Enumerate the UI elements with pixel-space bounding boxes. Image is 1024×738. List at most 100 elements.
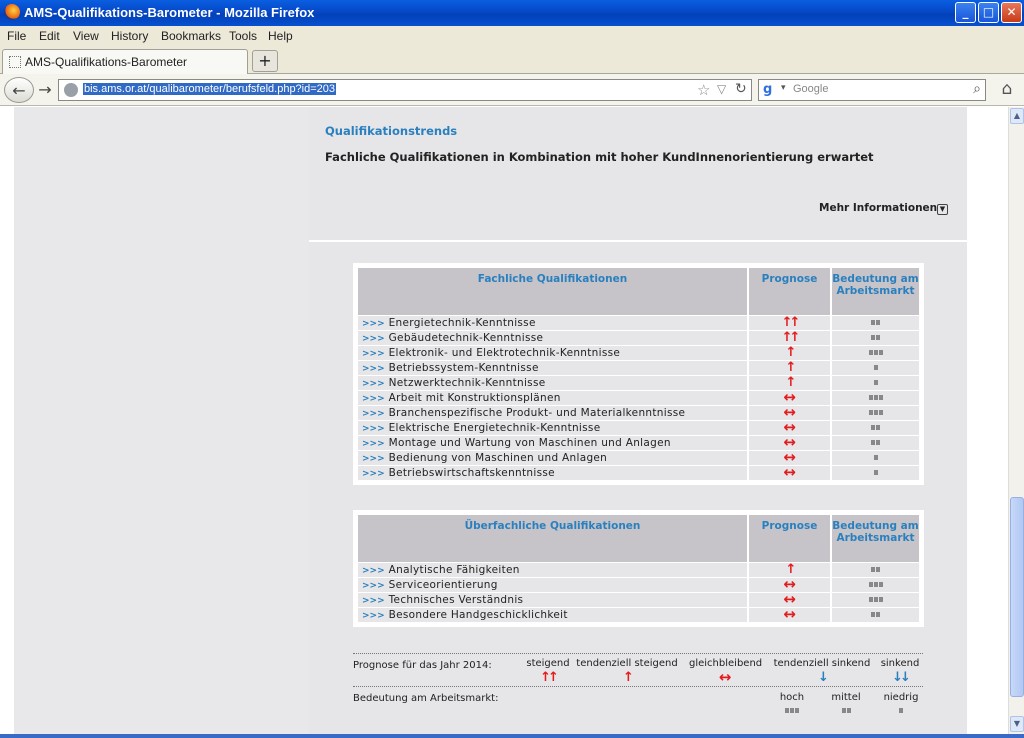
search-magnifier-icon[interactable]: ⌕ (973, 81, 981, 97)
qualification-link[interactable]: Analytische Fähigkeiten (389, 564, 520, 576)
qualification-cell: >>> Netzwerktechnik-Kenntnisse (358, 374, 749, 390)
importance-square (795, 707, 799, 713)
search-bar[interactable]: g ▾ Google ⌕ (758, 79, 986, 101)
qualification-link[interactable]: Besondere Handgeschicklichkeit (389, 609, 568, 621)
double-up-arrow-icon: ↑↑ (540, 670, 559, 685)
prognose-cell: ↑↑ (748, 329, 832, 345)
bookmark-star-icon[interactable]: ☆ (697, 81, 710, 99)
menu-bar: File Edit View History Bookmarks Tools H… (0, 26, 1024, 46)
legend-prognose-item: gleichbleibend ↔ (689, 658, 762, 685)
globe-icon (64, 83, 78, 97)
maximize-button[interactable]: □ (978, 2, 999, 23)
prognose-cell: ↑↑ (748, 314, 832, 330)
chevron-down-icon[interactable]: ▼ (937, 204, 948, 215)
prognose-cell: ↑ (748, 344, 832, 360)
qualification-link[interactable]: Netzwerktechnik-Kenntnisse (389, 377, 546, 389)
up-arrow-icon: ↑ (785, 345, 797, 360)
qualification-link[interactable]: Bedienung von Maschinen und Anlagen (389, 452, 608, 464)
legend-item-label: sinkend (880, 658, 920, 669)
importance-squares-icon (777, 705, 807, 716)
new-tab-button[interactable]: + (252, 50, 278, 72)
qualification-link[interactable]: Serviceorientierung (389, 579, 498, 591)
main-content: Qualifikationstrends Fachliche Qualifika… (309, 107, 967, 734)
qualification-cell: >>> Montage und Wartung von Maschinen und… (358, 434, 749, 450)
up-arrow-icon: ↑ (785, 360, 797, 375)
menu-tools[interactable]: Tools (229, 29, 257, 43)
bedeutung-cell (831, 329, 919, 345)
tab-qualifikations-barometer[interactable]: AMS-Qualifikations-Barometer (2, 49, 248, 74)
qualification-link[interactable]: Betriebssystem-Kenntnisse (389, 362, 539, 374)
menu-history[interactable]: History (111, 29, 148, 43)
qualification-cell: >>> Serviceorientierung (358, 576, 749, 592)
qualification-link[interactable]: Elektronik- und Elektrotechnik-Kenntniss… (389, 347, 621, 359)
close-button[interactable]: ✕ (1001, 2, 1022, 23)
qualification-cell: >>> Besondere Handgeschicklichkeit (358, 606, 749, 622)
importance-squares-icon (871, 564, 881, 576)
menu-file[interactable]: File (7, 29, 26, 43)
importance-squares-icon (829, 705, 863, 716)
google-icon[interactable]: g (763, 82, 779, 98)
double-up-arrow-icon: ↑↑ (781, 315, 801, 330)
table-row: >>> Technisches Verständnis ↔ (358, 591, 919, 607)
qualification-cell: >>> Branchenspezifische Produkt- und Mate… (358, 404, 749, 420)
qualification-link[interactable]: Technisches Verständnis (389, 594, 524, 606)
menu-help[interactable]: Help (268, 29, 293, 43)
menu-view[interactable]: View (73, 29, 99, 43)
back-button[interactable]: ← (4, 77, 34, 103)
row-arrow-icon: >>> (362, 348, 385, 359)
ueberfachliche-table: Überfachliche Qualifikationen Prognose B… (353, 510, 924, 627)
importance-square (876, 335, 880, 340)
more-info-link[interactable]: Mehr Informationen (819, 202, 937, 214)
home-button[interactable]: ⌂ (996, 79, 1018, 101)
importance-square (873, 455, 878, 460)
qualification-cell: >>> Energietechnik-Kenntnisse (358, 314, 749, 330)
qualification-cell: >>> Arbeit mit Konstruktionsplänen (358, 389, 749, 405)
row-arrow-icon: >>> (362, 333, 385, 344)
forward-button[interactable]: → (36, 77, 54, 103)
table-row: >>> Netzwerktechnik-Kenntnisse ↑ (358, 374, 919, 390)
legend-prognose-label: Prognose für das Jahr 2014: (353, 660, 492, 671)
vertical-scrollbar[interactable]: ▲ ▼ (1008, 107, 1024, 734)
home-icon: ⌂ (1001, 79, 1013, 99)
qualification-link[interactable]: Elektrische Energietechnik-Kenntnisse (389, 422, 601, 434)
qualification-link[interactable]: Arbeit mit Konstruktionsplänen (389, 392, 561, 404)
left-right-arrow-icon: ↔ (783, 604, 796, 623)
trends-text: Fachliche Qualifikationen in Kombination… (325, 150, 874, 164)
table-row: >>> Betriebssystem-Kenntnisse ↑ (358, 359, 919, 375)
url-bar[interactable]: bis.ams.or.at/qualibarometer/berufsfeld.… (58, 79, 752, 101)
bedeutung-cell (831, 344, 919, 360)
forward-arrow-icon: → (38, 80, 52, 99)
url-dropdown-icon[interactable]: ▽ (717, 82, 726, 96)
search-input[interactable]: Google (793, 83, 828, 95)
importance-square (878, 582, 883, 587)
importance-square (868, 410, 873, 415)
importance-square (876, 567, 880, 572)
importance-square (871, 320, 875, 325)
bedeutung-cell (831, 404, 919, 420)
qualification-cell: >>> Analytische Fähigkeiten (358, 561, 749, 577)
row-arrow-icon: >>> (362, 468, 385, 479)
menu-edit[interactable]: Edit (39, 29, 60, 43)
qualification-link[interactable]: Energietechnik-Kenntnisse (389, 317, 536, 329)
importance-square (785, 707, 789, 713)
qualification-link[interactable]: Gebäudetechnik-Kenntnisse (389, 332, 544, 344)
bedeutung-cell (831, 314, 919, 330)
search-engine-dropdown-icon[interactable]: ▾ (781, 83, 786, 93)
url-text[interactable]: bis.ams.or.at/qualibarometer/berufsfeld.… (83, 83, 337, 95)
qualification-link[interactable]: Betriebswirtschaftskenntnisse (389, 467, 555, 479)
qualification-link[interactable]: Branchenspezifische Produkt- und Materia… (389, 407, 686, 419)
table-row: >>> Montage und Wartung von Maschinen und… (358, 434, 919, 450)
scroll-up-button[interactable]: ▲ (1010, 108, 1024, 124)
scroll-thumb[interactable] (1010, 497, 1024, 697)
scroll-down-button[interactable]: ▼ (1010, 716, 1024, 732)
menu-bookmarks[interactable]: Bookmarks (161, 29, 221, 43)
reload-icon[interactable]: ↻ (735, 81, 747, 97)
table-row: >>> Branchenspezifische Produkt- und Mate… (358, 404, 919, 420)
prognose-cell: ↑ (748, 359, 832, 375)
minimize-button[interactable]: _ (955, 2, 976, 23)
qualification-link[interactable]: Montage und Wartung von Maschinen und An… (389, 437, 671, 449)
importance-squares-icon (868, 579, 883, 591)
importance-square (873, 380, 878, 385)
legend-bedeutung-item: hoch (777, 692, 807, 716)
importance-square (871, 425, 875, 430)
